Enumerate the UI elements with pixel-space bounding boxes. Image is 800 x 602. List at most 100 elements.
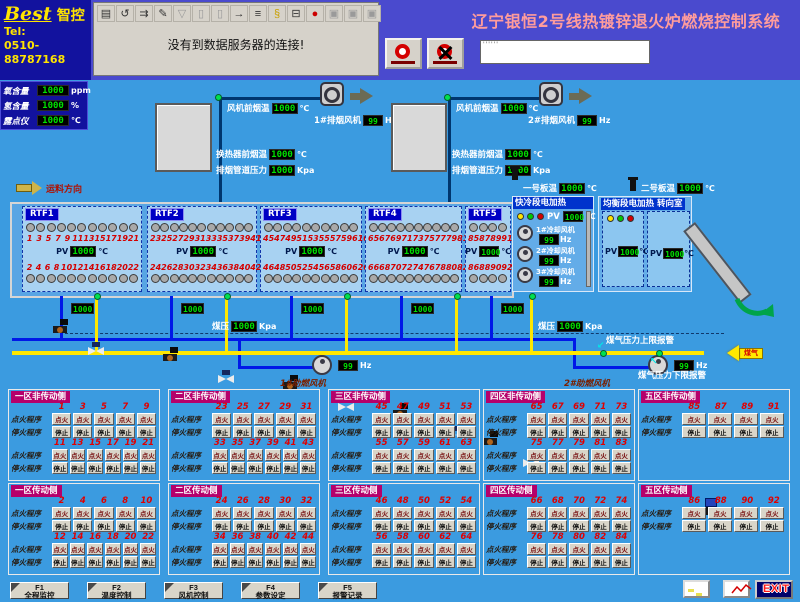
stop-button[interactable]: 停止 [70,462,86,474]
fkey-button-f2[interactable]: F2温度控制 [87,582,146,599]
stop-button[interactable]: 停止 [372,462,391,474]
ignite-button[interactable]: 点火 [760,413,784,425]
stop-button[interactable]: 停止 [457,520,476,532]
ignite-button[interactable]: 点火 [140,543,156,555]
ignite-button[interactable]: 点火 [116,507,135,519]
fkey-button-f3[interactable]: F3风机控制 [164,582,223,599]
stop-button[interactable]: 停止 [708,426,732,438]
stop-button[interactable]: 停止 [297,520,316,532]
stop-button[interactable]: 停止 [548,462,567,474]
ignite-button[interactable]: 点火 [527,413,546,425]
ignite-button[interactable]: 点火 [73,413,92,425]
ignite-button[interactable]: 点火 [548,543,567,555]
stop-button[interactable]: 停止 [265,462,281,474]
alarm-on-button[interactable] [385,38,422,69]
stop-button[interactable]: 停止 [569,520,588,532]
stop-button[interactable]: 停止 [591,520,610,532]
ignite-button[interactable]: 点火 [372,543,391,555]
ignite-button[interactable]: 点火 [212,449,228,461]
pages-icon[interactable]: ⇉ [135,5,153,22]
fkey-button-f1[interactable]: F1全程监控 [10,582,69,599]
ignite-button[interactable]: 点火 [137,413,156,425]
ignite-button[interactable]: 点火 [414,543,433,555]
stop-button[interactable]: 停止 [137,426,156,438]
ignite-button[interactable]: 点火 [527,543,546,555]
stop-button[interactable]: 停止 [233,520,252,532]
stop-button[interactable]: 停止 [682,520,706,532]
stop-button[interactable]: 停止 [436,426,455,438]
stop-button[interactable]: 停止 [414,556,433,568]
stop-button[interactable]: 停止 [612,462,631,474]
exit-button[interactable]: EXIT [755,580,793,599]
stop-button[interactable]: 停止 [457,556,476,568]
stop-button[interactable]: 停止 [105,462,121,474]
ignite-button[interactable]: 点火 [123,449,139,461]
stop-button[interactable]: 停止 [52,426,71,438]
stop-button[interactable]: 停止 [73,426,92,438]
stop-button[interactable]: 停止 [414,462,433,474]
ignite-button[interactable]: 点火 [548,413,567,425]
edit-icon[interactable]: ✎ [154,5,172,22]
ignite-button[interactable]: 点火 [265,449,281,461]
stop-button[interactable]: 停止 [414,520,433,532]
ignite-button[interactable]: 点火 [372,507,391,519]
stop-button[interactable]: 停止 [436,520,455,532]
alarm-lamp-icon[interactable]: ● [306,5,324,22]
key-icon[interactable]: § [268,5,286,22]
ignite-button[interactable]: 点火 [212,413,231,425]
ignite-button[interactable]: 点火 [393,449,412,461]
report-table-button[interactable] [683,580,710,598]
ignite-button[interactable]: 点火 [612,449,631,461]
ignite-button[interactable]: 点火 [527,449,546,461]
ignite-button[interactable]: 点火 [52,543,68,555]
stop-button[interactable]: 停止 [105,556,121,568]
ignite-button[interactable]: 点火 [457,413,476,425]
stop-button[interactable]: 停止 [265,556,281,568]
stop-button[interactable]: 停止 [527,520,546,532]
stop-button[interactable]: 停止 [212,520,231,532]
stop-button[interactable]: 停止 [300,556,316,568]
ignite-button[interactable]: 点火 [372,413,391,425]
ignite-button[interactable]: 点火 [52,507,71,519]
stop-button[interactable]: 停止 [116,426,135,438]
ignite-button[interactable]: 点火 [760,507,784,519]
ignite-button[interactable]: 点火 [230,449,246,461]
ignite-button[interactable]: 点火 [105,543,121,555]
ignite-button[interactable]: 点火 [297,413,316,425]
list-icon[interactable]: ≡ [249,5,267,22]
stop-button[interactable]: 停止 [734,520,758,532]
stop-button[interactable]: 停止 [87,462,103,474]
login-icon[interactable]: → [230,5,248,22]
ignite-button[interactable]: 点火 [591,507,610,519]
stop-button[interactable]: 停止 [230,462,246,474]
stop-button[interactable]: 停止 [247,462,263,474]
stop-button[interactable]: 停止 [436,462,455,474]
stop-button[interactable]: 停止 [527,462,546,474]
ignite-button[interactable]: 点火 [70,449,86,461]
stop-button[interactable]: 停止 [612,426,631,438]
ignite-button[interactable]: 点火 [247,543,263,555]
stop-button[interactable]: 停止 [212,556,228,568]
ignite-button[interactable]: 点火 [569,449,588,461]
stop-button[interactable]: 停止 [52,520,71,532]
stop-button[interactable]: 停止 [372,426,391,438]
stop-button[interactable]: 停止 [393,520,412,532]
stop-button[interactable]: 停止 [247,556,263,568]
stop-button[interactable]: 停止 [569,556,588,568]
stop-button[interactable]: 停止 [73,520,92,532]
stop-button[interactable]: 停止 [760,426,784,438]
ignite-button[interactable]: 点火 [233,507,252,519]
ignite-button[interactable]: 点火 [457,449,476,461]
stop-button[interactable]: 停止 [436,556,455,568]
stop-button[interactable]: 停止 [393,462,412,474]
ignite-button[interactable]: 点火 [414,449,433,461]
stop-button[interactable]: 停止 [569,426,588,438]
ignite-button[interactable]: 点火 [436,507,455,519]
ignite-button[interactable]: 点火 [140,449,156,461]
stop-button[interactable]: 停止 [283,462,299,474]
stop-button[interactable]: 停止 [591,556,610,568]
ignite-button[interactable]: 点火 [591,413,610,425]
ignite-button[interactable]: 点火 [283,543,299,555]
stop-button[interactable]: 停止 [52,462,68,474]
ignite-button[interactable]: 点火 [548,507,567,519]
